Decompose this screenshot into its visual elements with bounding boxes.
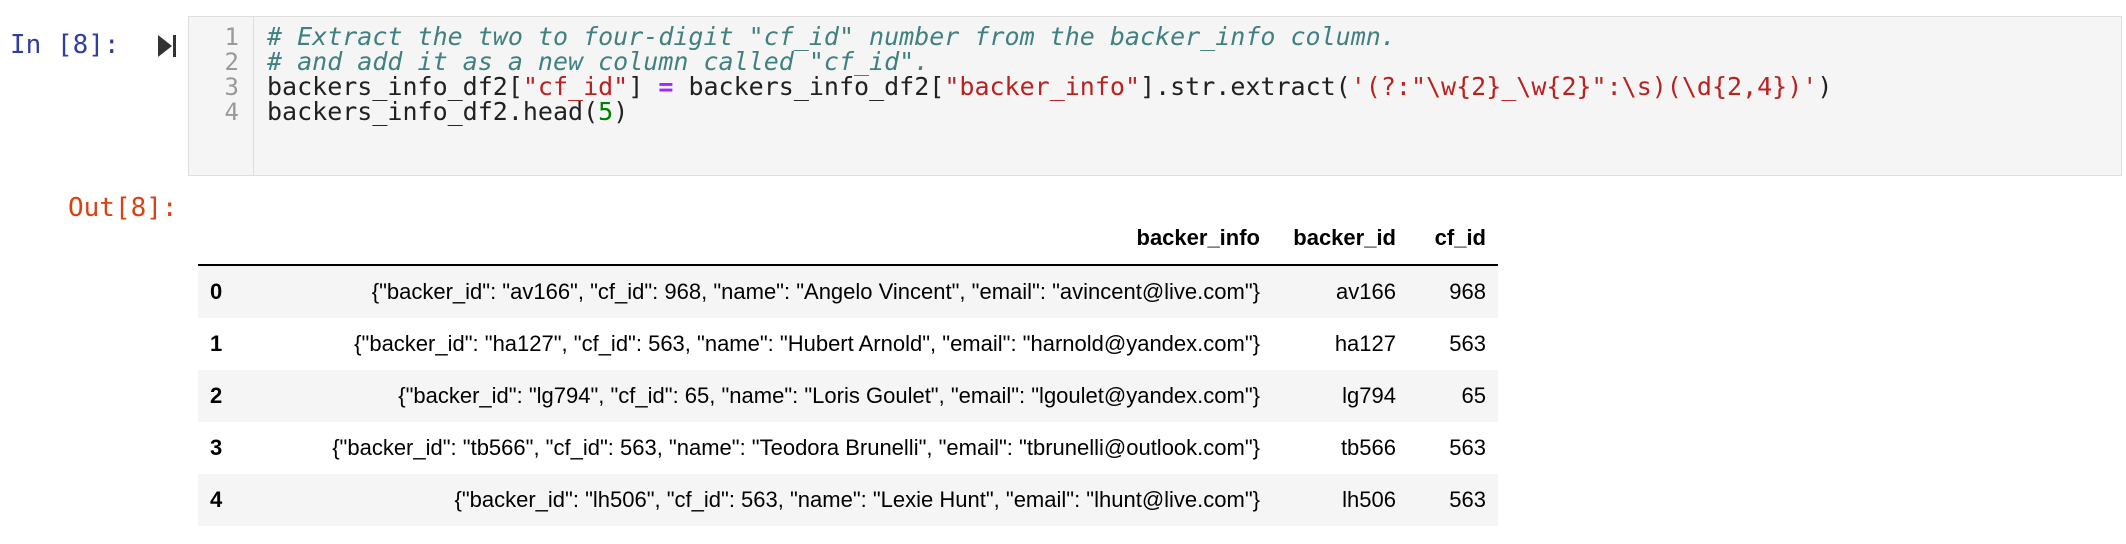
row-index: 2 bbox=[210, 383, 223, 408]
code-token: ) bbox=[1817, 72, 1833, 101]
table-row: 0 {"backer_id": "av166", "cf_id": 968, "… bbox=[198, 265, 1498, 318]
cell-backer-info: {"backer_id": "ha127", "cf_id": 563, "na… bbox=[354, 331, 1260, 356]
row-index: 1 bbox=[210, 331, 223, 356]
run-cell-icon[interactable] bbox=[156, 33, 178, 59]
input-prompt: In [8]: bbox=[10, 30, 120, 60]
table-row: 3 {"backer_id": "tb566", "cf_id": 563, "… bbox=[198, 422, 1498, 474]
code-string: "backer_info" bbox=[944, 72, 1141, 101]
cell-backer-info: {"backer_id": "lg794", "cf_id": 65, "nam… bbox=[398, 383, 1260, 408]
column-header-index bbox=[198, 212, 248, 266]
cell-cf-id: 563 bbox=[1449, 435, 1486, 460]
cell-backer-info: {"backer_id": "lh506", "cf_id": 563, "na… bbox=[454, 487, 1260, 512]
code-token: ) bbox=[613, 97, 629, 126]
column-header-backer-info: backer_info bbox=[248, 212, 1272, 266]
code-token: backers_info_df2[ bbox=[673, 72, 945, 101]
table-row: 4 {"backer_id": "lh506", "cf_id": 563, "… bbox=[198, 474, 1498, 526]
line-number: 1 bbox=[224, 23, 239, 51]
cell-backer-info: {"backer_id": "tb566", "cf_id": 563, "na… bbox=[332, 435, 1260, 460]
cell-backer-id: tb566 bbox=[1340, 435, 1396, 460]
row-index: 0 bbox=[210, 279, 223, 304]
table-row: 2 {"backer_id": "lg794", "cf_id": 65, "n… bbox=[198, 370, 1498, 422]
code-operator: = bbox=[658, 72, 674, 101]
column-header-backer-id: backer_id bbox=[1272, 212, 1408, 266]
cell-backer-id: ha127 bbox=[1334, 331, 1396, 356]
cell-backer-id: lh506 bbox=[1342, 487, 1396, 512]
cell-cf-id: 563 bbox=[1449, 331, 1486, 356]
line-number: 3 bbox=[224, 73, 239, 101]
cell-cf-id: 563 bbox=[1449, 487, 1486, 512]
code-token: ] bbox=[628, 72, 659, 101]
table-row: 1 {"backer_id": "ha127", "cf_id": 563, "… bbox=[198, 318, 1498, 370]
row-index: 4 bbox=[210, 487, 223, 512]
code-regex-string: '(?:"\w{2}_\w{2}":\s)(\d{2,4})' bbox=[1350, 72, 1818, 101]
dataframe-table: backer_info backer_id cf_id 0 {"backer_i… bbox=[198, 212, 1498, 526]
table-header-row: backer_info backer_id cf_id bbox=[198, 212, 1498, 266]
cell-cf-id: 65 bbox=[1461, 383, 1486, 408]
code-number: 5 bbox=[598, 97, 614, 126]
column-header-cf-id: cf_id bbox=[1408, 212, 1498, 266]
cell-backer-id: lg794 bbox=[1342, 383, 1396, 408]
code-token: backers_info_df2.head( bbox=[267, 97, 599, 126]
code-token: ].str.extract( bbox=[1140, 72, 1351, 101]
cell-cf-id: 968 bbox=[1449, 279, 1486, 304]
line-number: 2 bbox=[224, 48, 239, 76]
code-editor[interactable]: 1 2 3 4 # Extract the two to four-digit … bbox=[188, 16, 2122, 176]
cell-backer-id: av166 bbox=[1336, 279, 1396, 304]
line-number-gutter: 1 2 3 4 bbox=[189, 17, 254, 175]
line-number: 4 bbox=[224, 98, 239, 126]
row-index: 3 bbox=[210, 435, 223, 460]
code-line-4: backers_info_df2.head(5) bbox=[267, 97, 628, 126]
cell-backer-info: {"backer_id": "av166", "cf_id": 968, "na… bbox=[371, 279, 1260, 304]
output-prompt: Out[8]: bbox=[68, 193, 178, 223]
